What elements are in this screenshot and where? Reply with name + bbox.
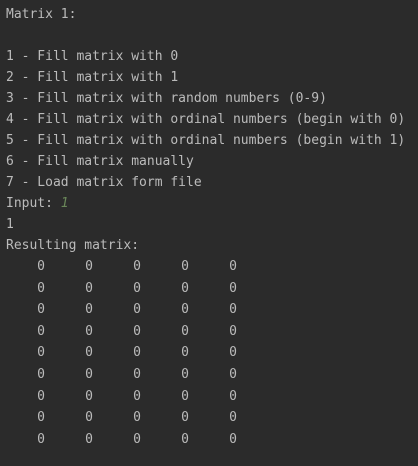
matrix-cell: 0	[85, 323, 93, 339]
menu-option-1: 1 - Fill matrix with 0	[6, 49, 179, 64]
user-input-value[interactable]: 1	[61, 196, 69, 211]
matrix-row: 0 0 0 0 0	[6, 321, 416, 343]
matrix-cell: 0	[85, 388, 93, 404]
matrix-cell: 0	[37, 431, 45, 447]
matrix-cell: 0	[37, 259, 45, 274]
matrix-cell: 0	[181, 431, 189, 447]
matrix-cell: 0	[85, 410, 93, 426]
console-output[interactable]: Matrix 1: 1 - Fill matrix with 0 2 - Fil…	[6, 4, 416, 450]
matrix-cell: 0	[229, 345, 237, 361]
matrix-cell: 0	[181, 366, 189, 382]
menu-option-6: 6 - Fill matrix manually	[6, 154, 194, 169]
matrix-cell: 0	[37, 388, 45, 404]
matrix-cell: 0	[37, 366, 45, 382]
input-prompt: Input:	[6, 196, 61, 211]
matrix-cell: 0	[85, 366, 93, 382]
menu-option-2: 2 - Fill matrix with 1	[6, 70, 179, 85]
matrix-cell: 0	[133, 302, 141, 318]
matrix-cell: 0	[229, 388, 237, 404]
matrix-cell: 0	[181, 410, 189, 426]
matrix-row: 0 0 0 0 0	[6, 342, 416, 364]
input-echo: 1	[6, 217, 14, 232]
matrix-cell: 0	[85, 302, 93, 318]
matrix-cell: 0	[133, 280, 141, 296]
matrix-cell: 0	[229, 280, 237, 296]
matrix-cell: 0	[229, 431, 237, 447]
matrix-row: 0 0 0 0 0	[6, 386, 416, 408]
matrix-cell: 0	[85, 259, 93, 274]
matrix-cell: 0	[37, 302, 45, 318]
matrix-cell: 0	[133, 431, 141, 447]
matrix-cell: 0	[37, 345, 45, 361]
matrix-cell: 0	[229, 410, 237, 426]
matrix-cell: 0	[229, 302, 237, 318]
menu-option-5: 5 - Fill matrix with ordinal numbers (be…	[6, 133, 406, 148]
menu-option-4: 4 - Fill matrix with ordinal numbers (be…	[6, 112, 406, 127]
matrix-cell: 0	[37, 323, 45, 339]
matrix-header: Matrix 1:	[6, 7, 77, 22]
menu-option-7: 7 - Load matrix form file	[6, 175, 202, 190]
matrix-cell: 0	[133, 323, 141, 339]
matrix-cell: 0	[133, 259, 141, 274]
matrix-cell: 0	[181, 323, 189, 339]
matrix-cell: 0	[181, 302, 189, 318]
matrix-row: 0 0 0 0 0	[6, 256, 416, 278]
matrix-cell: 0	[37, 280, 45, 296]
matrix-cell: 0	[133, 366, 141, 382]
matrix-cell: 0	[133, 388, 141, 404]
matrix-cell: 0	[133, 410, 141, 426]
matrix-row: 0 0 0 0 0	[6, 299, 416, 321]
matrix-cell: 0	[181, 388, 189, 404]
matrix-cell: 0	[133, 345, 141, 361]
matrix-cell: 0	[181, 259, 189, 274]
matrix-row: 0 0 0 0 0	[6, 407, 416, 429]
matrix-cell: 0	[181, 280, 189, 296]
matrix-cell: 0	[229, 366, 237, 382]
matrix-cell: 0	[181, 345, 189, 361]
matrix-cell: 0	[37, 410, 45, 426]
result-label: Resulting matrix:	[6, 238, 140, 253]
input-line[interactable]: Input: 1	[6, 193, 416, 214]
menu-option-3: 3 - Fill matrix with random numbers (0-9…	[6, 91, 327, 106]
matrix-row: 0 0 0 0 0	[6, 364, 416, 386]
matrix-row: 0 0 0 0 0	[6, 429, 416, 451]
matrix-cell: 0	[229, 323, 237, 339]
result-matrix: 0000000000000000000000000000000000000000…	[6, 256, 416, 450]
matrix-row: 0 0 0 0 0	[6, 278, 416, 300]
matrix-cell: 0	[85, 345, 93, 361]
matrix-cell: 0	[85, 431, 93, 447]
matrix-cell: 0	[85, 280, 93, 296]
matrix-cell: 0	[229, 259, 237, 274]
